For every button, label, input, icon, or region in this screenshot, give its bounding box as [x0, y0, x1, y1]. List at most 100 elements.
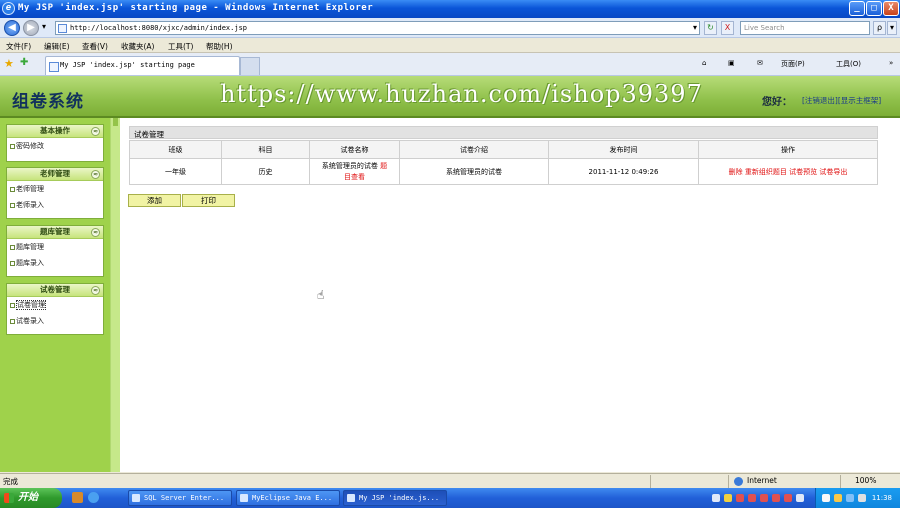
print-icon[interactable]: ✉ [757, 59, 763, 67]
maximize-button[interactable]: □ [866, 1, 882, 16]
column-header: 试卷介绍 [399, 140, 549, 159]
menu-edit[interactable]: 编辑(E) [44, 41, 70, 52]
stop-icon[interactable]: X [721, 21, 734, 35]
minimize-button[interactable]: _ [849, 1, 865, 16]
watermark-text: https://www.huzhan.com/ishop39397 [220, 80, 703, 108]
preview-paper-link[interactable]: 试卷预览 [789, 168, 817, 176]
task-sql-server[interactable]: SQL Server Enter... [128, 490, 232, 506]
header-links: [注销退出][显示主框架] [802, 95, 881, 106]
menu-tools[interactable]: 工具(T) [168, 41, 193, 52]
sidebar-item-label: 试卷录入 [16, 317, 44, 325]
network-icon[interactable] [822, 494, 830, 502]
cell-publish-time: 2011-11-12 0:49:26 [548, 158, 699, 185]
sidebar-item-paper-add[interactable]: 试卷录入 [7, 313, 103, 329]
add-button[interactable]: 添加 [128, 194, 181, 207]
collapse-icon[interactable]: ≈ [91, 228, 100, 237]
feeds-icon[interactable]: ▣ [728, 59, 735, 67]
tray-app-icon[interactable] [724, 494, 732, 502]
sidebar-item-question-manage[interactable]: 题库管理 [7, 239, 103, 255]
collapse-icon[interactable]: ≈ [91, 170, 100, 179]
menu-bar: 文件(F) 编辑(E) 查看(V) 收藏夹(A) 工具(T) 帮助(H) [0, 38, 900, 53]
task-myeclipse[interactable]: MyEclipse Java E... [236, 490, 340, 506]
volume-icon[interactable] [834, 494, 842, 502]
cell-operations: 删除 重新组织题目 试卷预览 试卷导出 [698, 158, 878, 185]
tray-app-icon[interactable] [736, 494, 744, 502]
search-options-icon[interactable]: ▾ [887, 21, 897, 35]
quicklaunch-desktop-icon[interactable] [72, 492, 83, 503]
menu-view[interactable]: 查看(V) [82, 41, 108, 52]
window-title: My JSP 'index.jsp' starting page - Windo… [18, 3, 374, 13]
sidebar-panel-questions: 题库管理 ≈ 题库管理 题库录入 [6, 225, 104, 277]
tray-app-icon[interactable] [796, 494, 804, 502]
add-favorites-icon[interactable]: ✚ [20, 57, 28, 68]
export-paper-link[interactable]: 试卷导出 [819, 168, 847, 176]
tray-app-icon[interactable] [784, 494, 792, 502]
logout-link[interactable]: [注销退出] [802, 96, 838, 105]
panel-title: 题库管理 [40, 227, 70, 236]
sidebar-item-label: 题库录入 [16, 259, 44, 267]
sidebar-panel-header[interactable]: 题库管理 ≈ [7, 226, 103, 239]
start-label: 开始 [18, 492, 38, 503]
menu-file[interactable]: 文件(F) [6, 41, 31, 52]
zoom-control[interactable]: 100% [840, 475, 900, 488]
task-ie-index[interactable]: My JSP 'index.js... [343, 490, 447, 506]
quicklaunch-ie-icon[interactable] [88, 492, 99, 503]
tab-index-jsp[interactable]: My JSP 'index.jsp' starting page [45, 56, 240, 75]
page-menu[interactable]: 页面(P) [781, 59, 805, 69]
sidebar-item-question-add[interactable]: 题库录入 [7, 255, 103, 271]
tools-menu[interactable]: 工具(O) [836, 59, 861, 69]
sidebar-item-teacher-manage[interactable]: 老师管理 [7, 181, 103, 197]
collapse-icon[interactable]: ≈ [91, 127, 100, 136]
address-dropdown-icon[interactable]: ▾ [693, 23, 697, 32]
splitter-handle[interactable] [113, 118, 118, 126]
address-url[interactable]: http://localhost:8080/xjxc/admin/index.j… [70, 24, 247, 32]
menu-favorites[interactable]: 收藏夹(A) [121, 41, 154, 52]
sidebar-splitter[interactable] [110, 118, 120, 472]
section-title: 试卷管理 [129, 126, 878, 139]
show-main-frame-link[interactable]: [显示主框架] [838, 96, 881, 105]
close-button[interactable]: X [883, 1, 899, 16]
back-button[interactable]: ◀ [4, 20, 20, 36]
zone-label: Internet [747, 476, 777, 485]
sidebar-panel-header[interactable]: 试卷管理 ≈ [7, 284, 103, 297]
collapse-icon[interactable]: ≈ [91, 286, 100, 295]
sidebar-item-paper-manage[interactable]: 试卷管理 [7, 297, 103, 313]
tray-app-icon[interactable] [748, 494, 756, 502]
reorganize-questions-link[interactable]: 重新组织题目 [745, 168, 787, 176]
tray-app-icon[interactable] [760, 494, 768, 502]
panel-title: 基本操作 [40, 126, 70, 135]
sidebar-item-label: 老师录入 [16, 201, 44, 209]
history-dropdown-icon[interactable]: ▾ [42, 22, 46, 31]
paper-table: 班级 科目 试卷名称 试卷介绍 发布时间 操作 一年级 历史 系统管理员的试卷 … [129, 140, 878, 185]
sidebar: 基本操作 ≈ 密码修改 老师管理 ≈ 老师管理 老师录入 题库管理 ≈ 题库管理 题库… [0, 118, 110, 472]
tray-app-icon[interactable] [712, 494, 720, 502]
search-input[interactable]: Live Search [740, 21, 870, 35]
search-icon[interactable]: ρ [873, 21, 886, 35]
sidebar-item-change-password[interactable]: 密码修改 [7, 138, 103, 154]
view-questions-link-cont[interactable]: 目查看 [344, 173, 365, 181]
more-commands-icon[interactable]: » [889, 59, 893, 67]
refresh-icon[interactable]: ↻ [704, 21, 717, 35]
shield-icon[interactable] [858, 494, 866, 502]
forward-button[interactable]: ▶ [23, 20, 39, 36]
start-button[interactable]: 开始 [0, 488, 62, 508]
greeting-label: 您好： [762, 97, 792, 108]
sidebar-panel-header[interactable]: 老师管理 ≈ [7, 168, 103, 181]
tray-app-icon[interactable] [772, 494, 780, 502]
home-icon[interactable]: ⌂ [702, 59, 706, 67]
sidebar-item-teacher-add[interactable]: 老师录入 [7, 197, 103, 213]
print-button[interactable]: 打印 [182, 194, 235, 207]
cell-grade: 一年级 [129, 158, 222, 185]
window-title-bar: e My JSP 'index.jsp' starting page - Win… [0, 0, 900, 18]
view-questions-link[interactable]: 题 [380, 162, 387, 170]
main-content: 试卷管理 班级 科目 试卷名称 试卷介绍 发布时间 操作 一年级 历史 系统管理… [120, 118, 900, 472]
messenger-icon[interactable] [846, 494, 854, 502]
new-tab-button[interactable] [240, 57, 260, 75]
favorites-star-icon[interactable]: ★ [4, 57, 14, 70]
delete-link[interactable]: 删除 [729, 168, 743, 176]
sidebar-panel-header[interactable]: 基本操作 ≈ [7, 125, 103, 138]
menu-help[interactable]: 帮助(H) [206, 41, 233, 52]
status-text: 完成 [3, 477, 18, 486]
address-bar[interactable]: http://localhost:8080/xjxc/admin/index.j… [55, 21, 700, 35]
sidebar-item-label: 密码修改 [16, 142, 44, 150]
